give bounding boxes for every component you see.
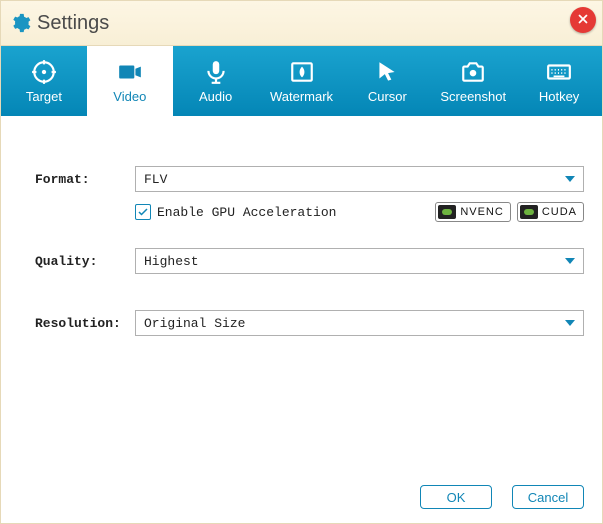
tab-watermark[interactable]: Watermark <box>259 46 345 116</box>
quality-select[interactable]: Highest <box>135 248 584 274</box>
tabs: Target Video Audio Watermark Cursor Scre… <box>1 46 602 116</box>
tab-screenshot[interactable]: Screenshot <box>430 46 516 116</box>
cuda-text: CUDA <box>542 206 577 218</box>
gpu-row: Enable GPU Acceleration NVENC CUDA <box>135 202 584 222</box>
watermark-icon <box>289 59 315 85</box>
resolution-value: Original Size <box>144 316 245 331</box>
resolution-label: Resolution: <box>35 316 135 331</box>
hotkey-icon <box>546 59 572 85</box>
target-icon <box>31 59 57 85</box>
nvidia-icon <box>520 205 538 219</box>
tab-video[interactable]: Video <box>87 46 173 116</box>
tab-hotkey[interactable]: Hotkey <box>516 46 602 116</box>
resolution-select[interactable]: Original Size <box>135 310 584 336</box>
gpu-badges: NVENC CUDA <box>435 202 584 222</box>
cancel-label: Cancel <box>528 490 568 505</box>
tab-label: Audio <box>199 89 232 104</box>
tab-cursor[interactable]: Cursor <box>344 46 430 116</box>
close-button[interactable] <box>570 7 596 33</box>
quality-value: Highest <box>144 254 199 269</box>
window-title: Settings <box>37 12 109 35</box>
format-select[interactable]: FLV <box>135 166 584 192</box>
tab-label: Hotkey <box>539 89 579 104</box>
tab-label: Video <box>113 89 146 104</box>
video-icon <box>117 59 143 85</box>
gpu-label: Enable GPU Acceleration <box>157 205 336 220</box>
tab-label: Target <box>26 89 62 104</box>
footer-buttons: OK Cancel <box>420 485 584 509</box>
quality-label: Quality: <box>35 254 135 269</box>
tab-audio[interactable]: Audio <box>173 46 259 116</box>
format-label: Format: <box>35 172 135 187</box>
tab-label: Watermark <box>270 89 333 104</box>
ok-button[interactable]: OK <box>420 485 492 509</box>
close-icon <box>576 12 590 29</box>
nvenc-text: NVENC <box>460 206 504 218</box>
gear-icon <box>9 12 31 34</box>
chevron-down-icon <box>565 258 575 264</box>
chevron-down-icon <box>565 176 575 182</box>
audio-icon <box>203 59 229 85</box>
format-row: Format: FLV <box>35 166 584 192</box>
cancel-button[interactable]: Cancel <box>512 485 584 509</box>
chevron-down-icon <box>565 320 575 326</box>
video-panel: Format: FLV Enable GPU Acceleration NVEN… <box>1 116 602 478</box>
quality-row: Quality: Highest <box>35 248 584 274</box>
nvidia-icon <box>438 205 456 219</box>
format-value: FLV <box>144 172 167 187</box>
titlebar: Settings <box>1 1 602 46</box>
tab-target[interactable]: Target <box>1 46 87 116</box>
cuda-badge: CUDA <box>517 202 584 222</box>
gpu-checkbox[interactable] <box>135 204 151 220</box>
tab-label: Screenshot <box>440 89 506 104</box>
screenshot-icon <box>460 59 486 85</box>
resolution-row: Resolution: Original Size <box>35 310 584 336</box>
ok-label: OK <box>447 490 466 505</box>
nvenc-badge: NVENC <box>435 202 511 222</box>
cursor-icon <box>374 59 400 85</box>
tab-label: Cursor <box>368 89 407 104</box>
